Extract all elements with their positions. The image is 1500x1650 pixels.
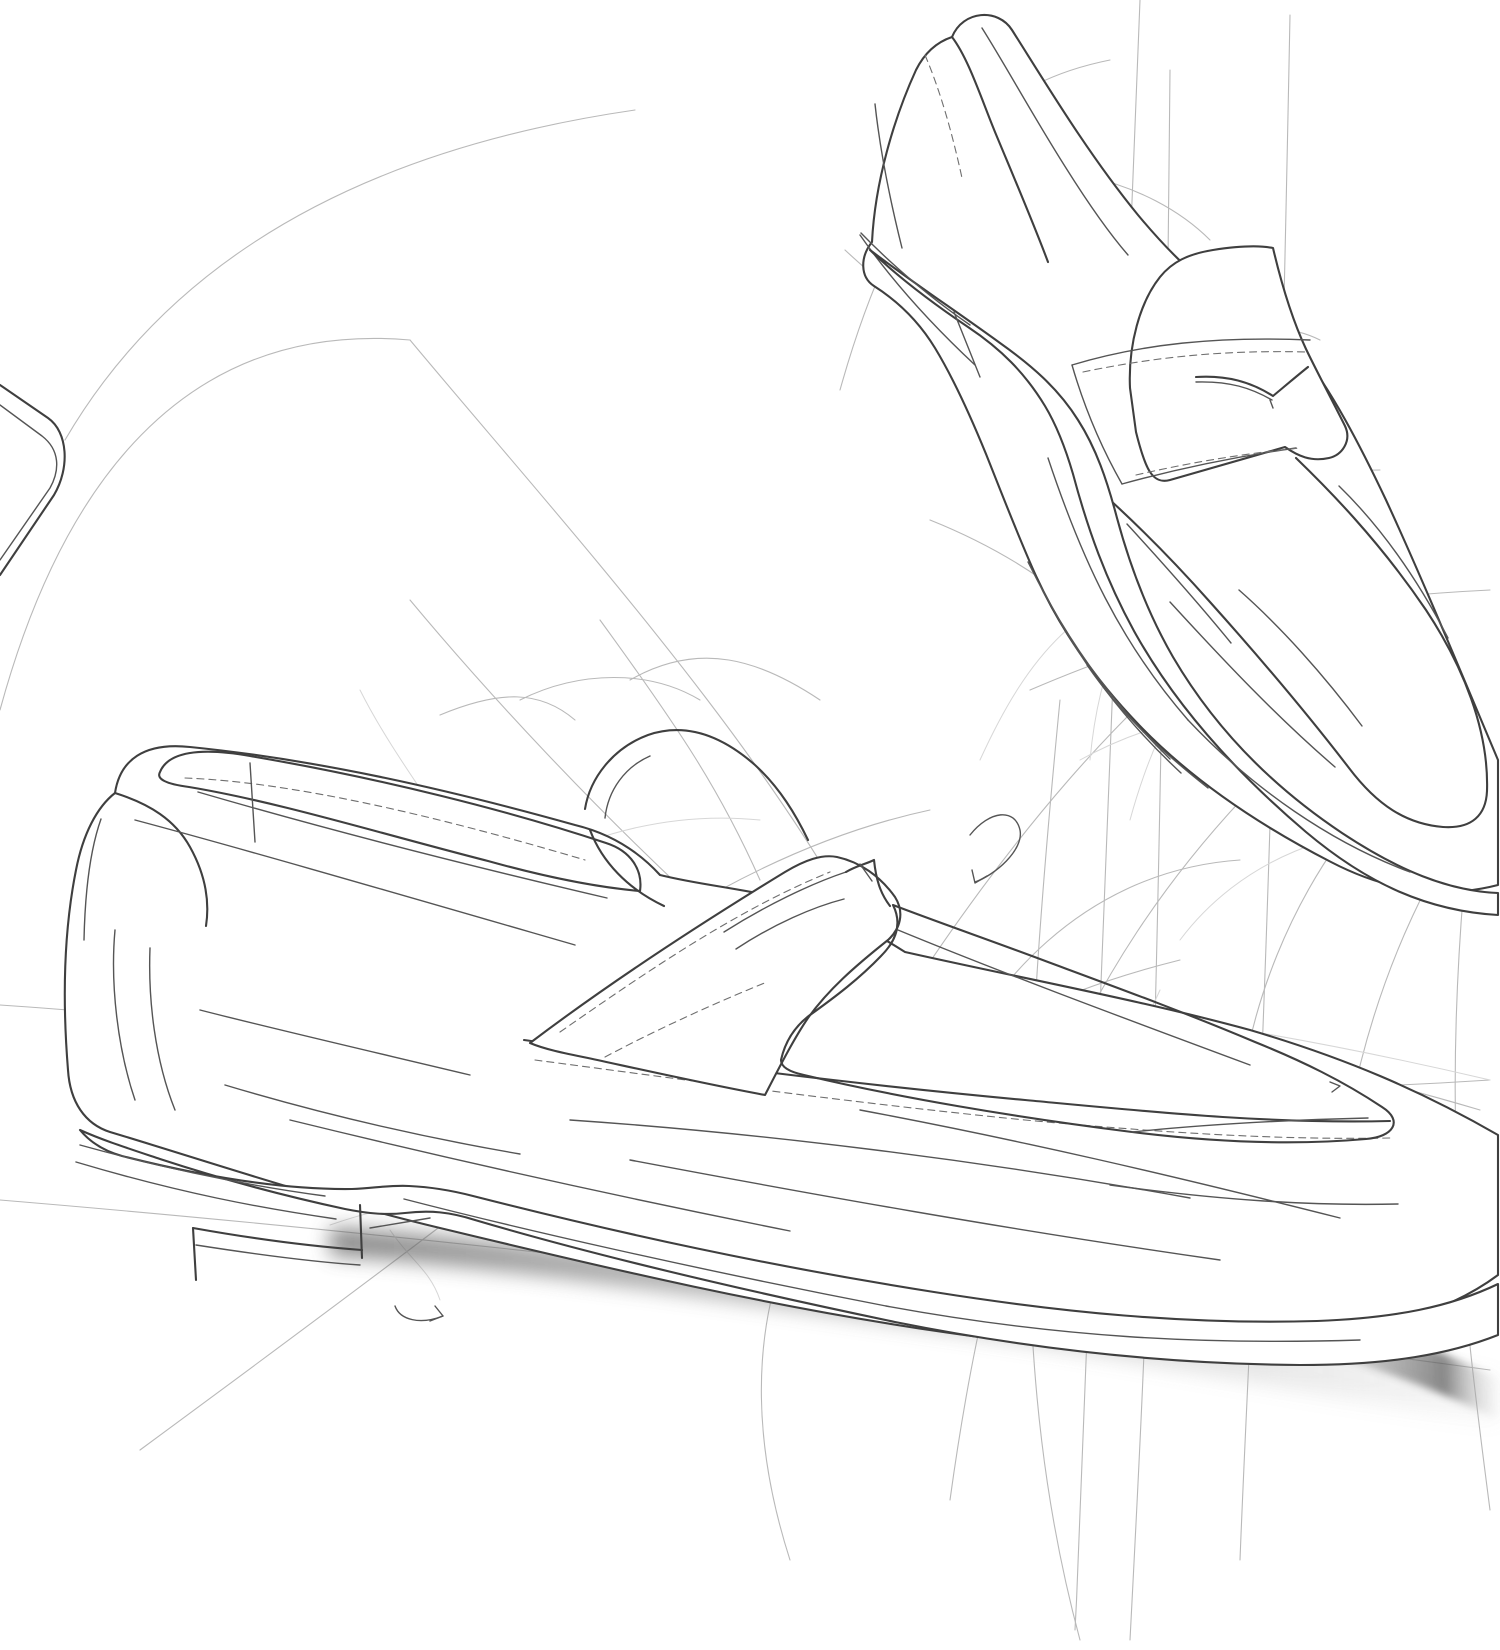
- shoe-sketch: [0, 0, 1500, 1641]
- secondary-penny-loafer: [859, 14, 1500, 917]
- left-edge-partial-shoe: [0, 383, 66, 577]
- sketch-canvas: [0, 0, 1500, 1650]
